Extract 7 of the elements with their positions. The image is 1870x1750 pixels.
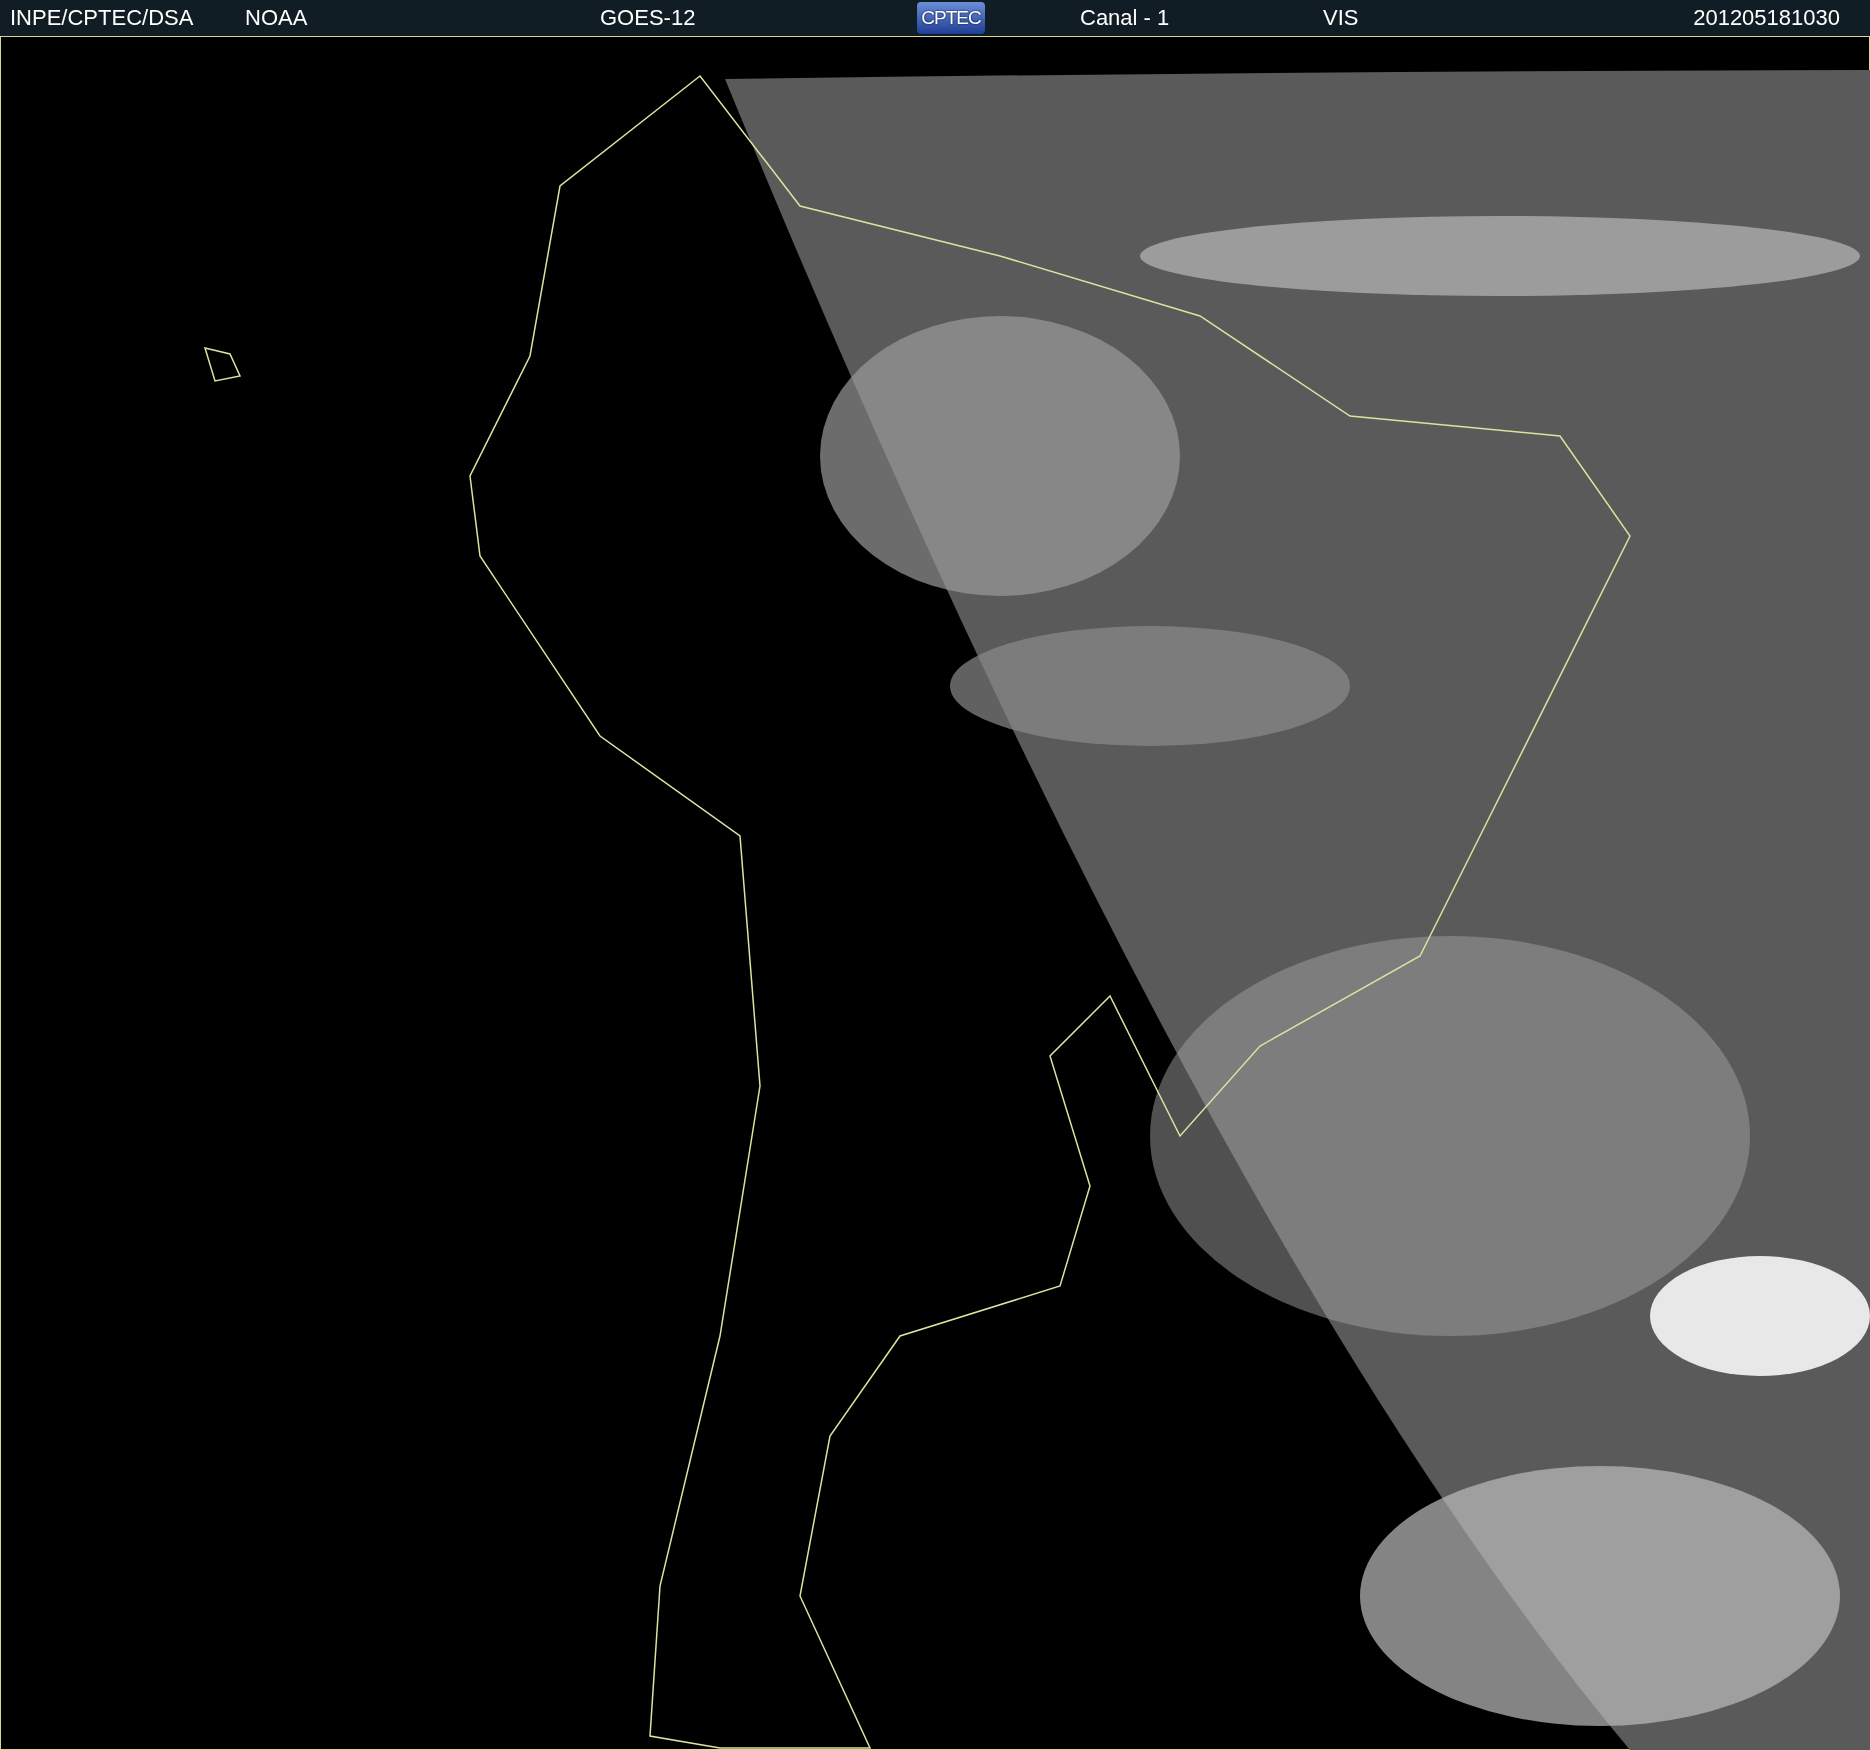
header-label: 201205181030 [1693,5,1841,31]
header-label: NOAA [245,5,308,31]
header-label: GOES-12 [600,5,696,31]
header-label: VIS [1323,5,1359,31]
header-label: Canal - 1 [1080,5,1170,31]
header-label: INPE/CPTEC/DSA [10,5,194,31]
logo: CPTEC [917,2,985,34]
